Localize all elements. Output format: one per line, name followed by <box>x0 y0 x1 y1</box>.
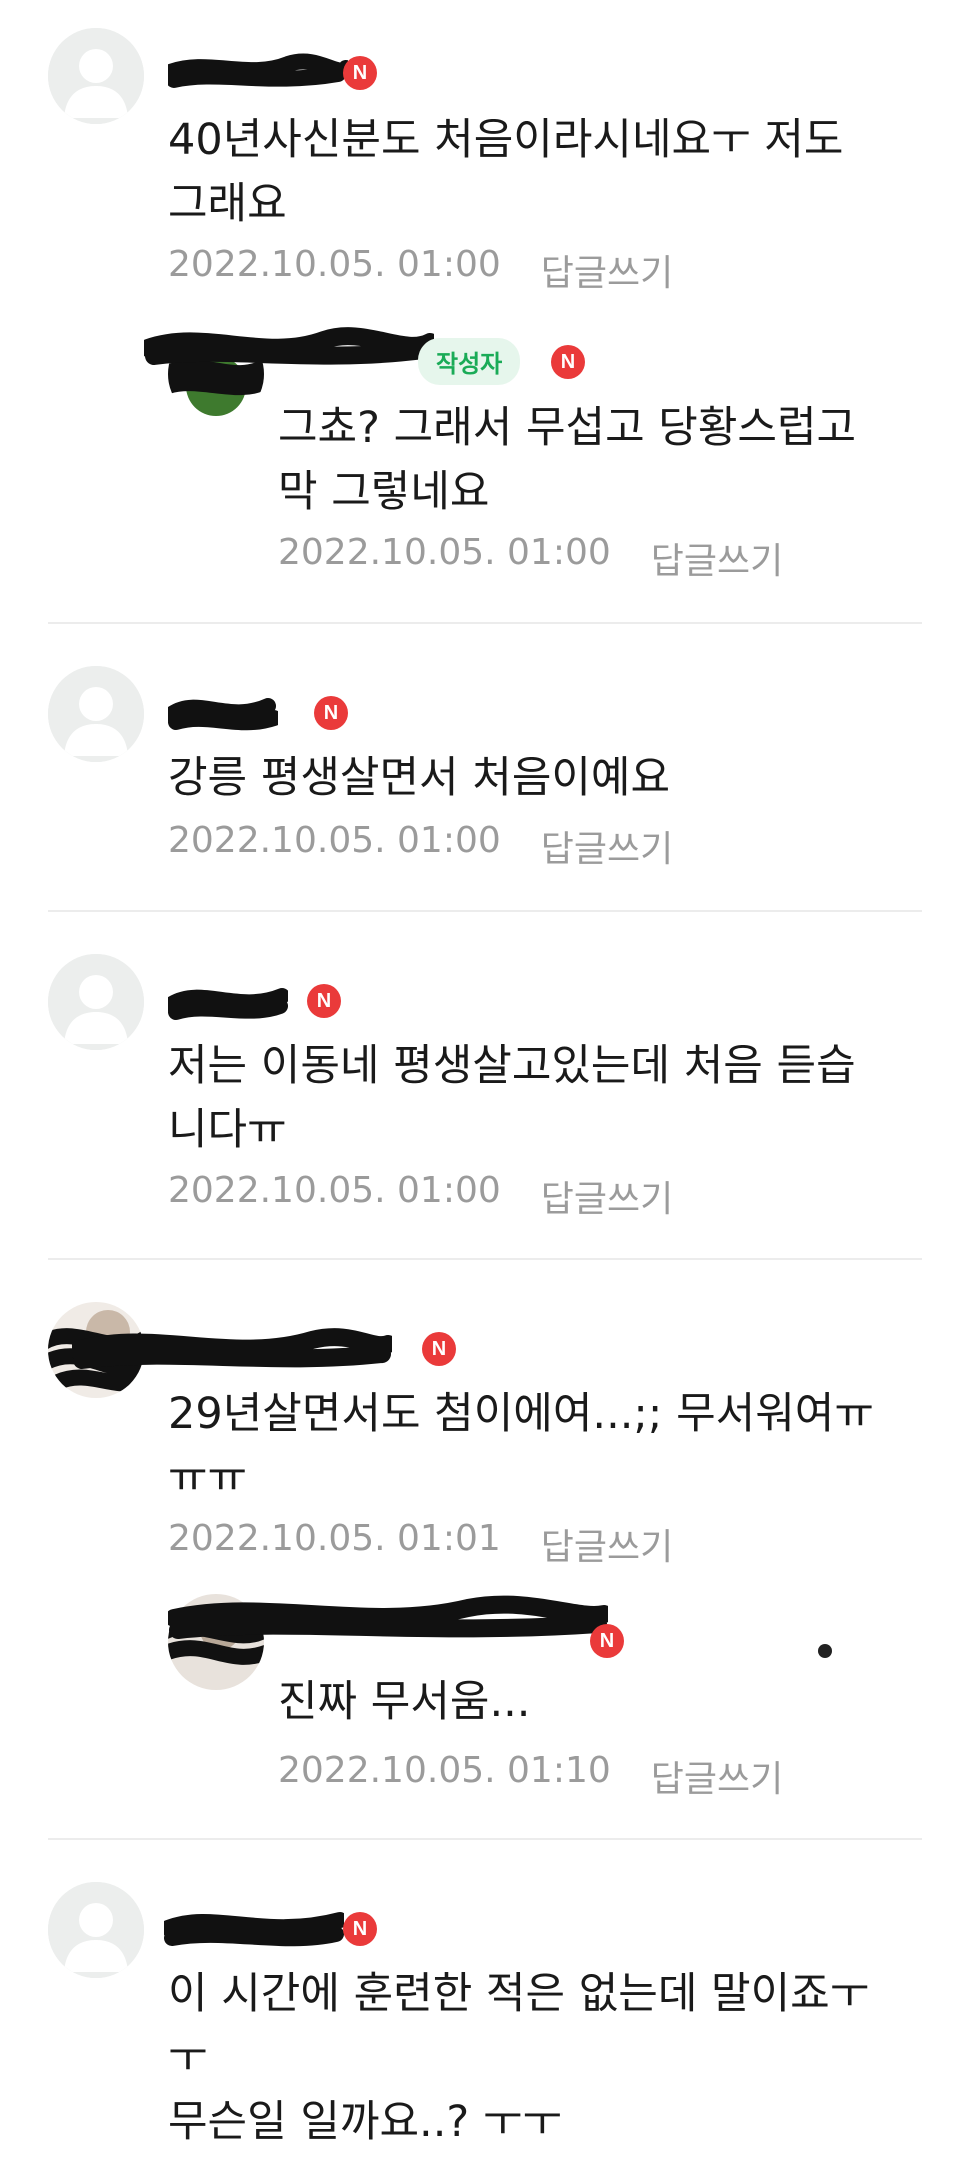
new-badge-icon: N <box>590 1624 624 1658</box>
avatar[interactable] <box>48 1882 144 1978</box>
divider <box>48 622 922 624</box>
comment-meta: 2022.10.05. 01:00 답글쓰기 <box>278 532 783 584</box>
new-badge-icon: N <box>343 1912 377 1946</box>
reply-link[interactable]: 답글쓰기 <box>541 1518 673 1570</box>
comment-date: 2022.10.05. 01:01 <box>168 1518 501 1559</box>
redaction-scribble <box>72 1328 392 1369</box>
comment-meta: 2022.10.05. 01:00 답글쓰기 <box>168 820 673 872</box>
comment-text: 강릉 평생살면서 처음이예요 <box>168 753 671 803</box>
comment-date: 2022.10.05. 01:10 <box>278 1750 611 1791</box>
new-badge-icon: N <box>307 984 341 1018</box>
reply-link[interactable]: 답글쓰기 <box>541 820 673 872</box>
divider <box>48 1838 922 1840</box>
comment-date: 2022.10.05. 01:00 <box>168 244 501 285</box>
comment-meta: 2022.10.05. 01:01 답글쓰기 <box>168 1518 673 1570</box>
comment-meta: 2022.10.05. 01:00 답글쓰기 <box>168 1170 673 1222</box>
comment-text: 저는 이동네 평생살고있는데 처음 듣습 니다ㅠ <box>168 1041 856 1155</box>
reply-link[interactable]: 답글쓰기 <box>541 244 673 296</box>
comment-date: 2022.10.05. 01:00 <box>278 532 611 573</box>
redaction-scribble <box>168 53 348 88</box>
comment-text: 29년살면서도 첨이에여...;; 무서워여ㅠ ㅠㅠ <box>168 1389 874 1503</box>
person-icon <box>48 954 144 1050</box>
new-badge-icon: N <box>343 56 377 90</box>
comment-text: 그쵸? 그래서 무섭고 당황스럽고 막 그렇네요 <box>278 403 857 517</box>
new-badge-icon: N <box>422 1332 456 1366</box>
person-icon <box>48 1882 144 1978</box>
comment-text: 40년사신분도 처음이라시네요ㅜ 저도 그래요 <box>168 115 844 229</box>
comment-text: 이 시간에 훈련한 적은 없는데 말이죠ㅜ ㅜ 무슨일 일까요..? ㅜㅜ <box>168 1969 870 2147</box>
avatar[interactable] <box>48 954 144 1050</box>
comment-date: 2022.10.05. 01:00 <box>168 1170 501 1211</box>
reply-link[interactable]: 답글쓰기 <box>651 532 783 584</box>
avatar[interactable] <box>48 28 144 124</box>
reply-link[interactable]: 답글쓰기 <box>651 1750 783 1802</box>
reply-link[interactable]: 답글쓰기 <box>541 1170 673 1222</box>
avatar[interactable] <box>48 666 144 762</box>
comment-date: 2022.10.05. 01:00 <box>168 820 501 861</box>
redaction-scribble <box>144 327 434 365</box>
new-badge-icon: N <box>551 345 585 379</box>
divider <box>48 910 922 912</box>
person-icon <box>48 666 144 762</box>
redaction-scribble <box>168 1595 608 1639</box>
comment-text: 진짜 무서움... <box>278 1677 531 1727</box>
redaction-scribble <box>164 1912 344 1947</box>
new-badge-icon: N <box>314 696 348 730</box>
person-icon <box>48 28 144 124</box>
author-badge: 작성자 <box>418 338 521 385</box>
status-dot <box>818 1644 832 1658</box>
comment-meta: 2022.10.05. 01:00 답글쓰기 <box>168 244 673 296</box>
redaction-scribble <box>168 698 278 731</box>
redaction-scribble <box>168 988 288 1020</box>
divider <box>48 1258 922 1260</box>
comment-meta: 2022.10.05. 01:10 답글쓰기 <box>278 1750 783 1802</box>
